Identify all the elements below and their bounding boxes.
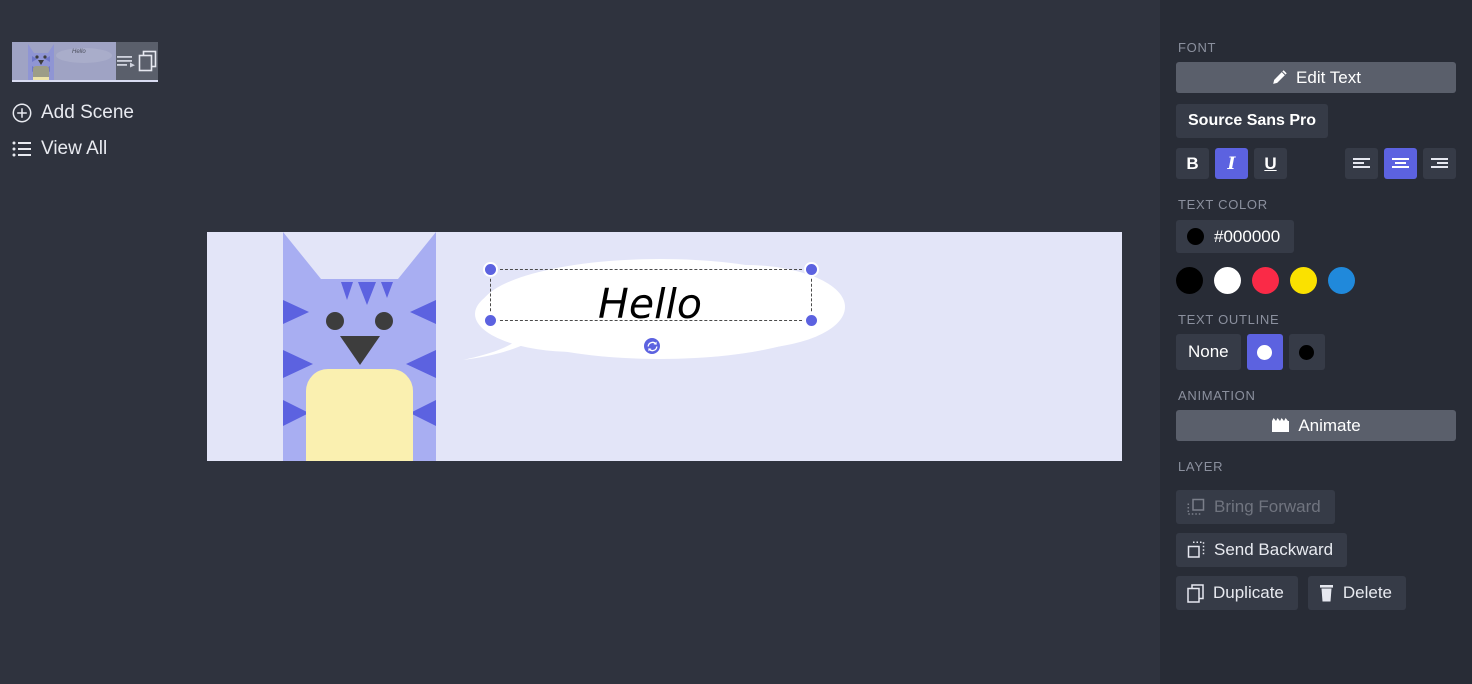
view-all-label: View All [41, 138, 108, 159]
bring-forward-icon [1187, 498, 1205, 515]
cat-thumbnail-icon [28, 44, 54, 80]
view-all-button[interactable]: View All [12, 138, 107, 160]
cat-character[interactable] [283, 232, 436, 461]
text-outline-row: None [1176, 334, 1456, 370]
align-right-button[interactable] [1423, 148, 1456, 179]
text-style-row: B I U [1176, 148, 1456, 179]
resize-handle-top-left[interactable] [483, 262, 498, 277]
font-family-selector[interactable]: Source Sans Pro [1176, 104, 1329, 138]
animate-label: Animate [1298, 415, 1361, 435]
italic-button[interactable]: I [1215, 148, 1248, 179]
color-swatch-blue[interactable] [1328, 267, 1355, 294]
color-swatch-black[interactable] [1176, 267, 1203, 294]
align-right-icon [1431, 157, 1448, 168]
align-center-icon [1392, 157, 1409, 168]
scene-thumbnail[interactable]: Hello [12, 42, 158, 82]
bring-forward-label: Bring Forward [1214, 497, 1321, 516]
duplicate-label: Duplicate [1213, 583, 1284, 602]
duplicate-icon [1187, 583, 1204, 603]
delete-button[interactable]: Delete [1307, 576, 1407, 610]
animate-button[interactable]: Animate [1176, 410, 1456, 441]
underline-button[interactable]: U [1254, 148, 1287, 179]
edit-text-label: Edit Text [1296, 67, 1361, 87]
trash-icon [1319, 584, 1333, 601]
bring-forward-button[interactable]: Bring Forward [1176, 490, 1335, 524]
properties-panel: FONT Edit Text Source Sans Pro B I U TEX… [1160, 0, 1472, 684]
color-swatch-yellow[interactable] [1290, 267, 1317, 294]
outline-black-button[interactable] [1288, 334, 1325, 370]
current-color-dot [1187, 228, 1204, 245]
resize-handle-bottom-right[interactable] [804, 313, 819, 328]
text-color-section-label: TEXT COLOR [1178, 197, 1268, 212]
color-swatch-red[interactable] [1252, 267, 1279, 294]
outline-white-button[interactable] [1246, 334, 1283, 370]
captions-icon[interactable] [116, 53, 137, 69]
app-root: Hello Add Scene View All Hello FONT Edit… [0, 0, 1472, 684]
align-left-icon [1353, 157, 1370, 168]
align-left-button[interactable] [1345, 148, 1378, 179]
text-color-value[interactable]: #000000 [1176, 220, 1295, 253]
rotate-handle[interactable] [642, 336, 662, 356]
thumbnail-text: Hello [72, 49, 86, 55]
outline-white-dot [1257, 344, 1273, 360]
color-swatch-row [1176, 267, 1456, 294]
duplicate-icon[interactable] [138, 50, 158, 72]
layer-bottom-row: Duplicate Delete [1176, 567, 1456, 610]
delete-label: Delete [1342, 583, 1393, 602]
plus-circle-icon [12, 103, 32, 123]
selection-frame [483, 262, 819, 328]
edit-text-button[interactable]: Edit Text [1176, 62, 1456, 93]
send-backward-button[interactable]: Send Backward [1176, 533, 1348, 567]
duplicate-button[interactable]: Duplicate [1176, 576, 1298, 610]
text-color-hex: #000000 [1214, 226, 1281, 246]
rotate-icon [647, 341, 657, 351]
outline-none-button[interactable]: None [1176, 334, 1241, 370]
bold-button[interactable]: B [1176, 148, 1209, 179]
align-center-button[interactable] [1384, 148, 1417, 179]
send-backward-label: Send Backward [1214, 540, 1334, 559]
add-scene-button[interactable]: Add Scene [12, 102, 134, 124]
text-align-group [1345, 148, 1456, 179]
animation-section-label: ANIMATION [1178, 388, 1256, 403]
color-swatch-white[interactable] [1214, 267, 1241, 294]
outline-black-dot [1299, 344, 1315, 360]
scene-thumbnail-actions [116, 42, 158, 80]
scene-canvas[interactable]: Hello [207, 232, 1122, 461]
resize-handle-bottom-left[interactable] [483, 313, 498, 328]
text-outline-section-label: TEXT OUTLINE [1178, 312, 1280, 327]
scene-preview: Hello [12, 42, 116, 80]
resize-handle-top-right[interactable] [804, 262, 819, 277]
list-icon [12, 141, 31, 157]
send-backward-icon [1187, 541, 1205, 558]
add-scene-label: Add Scene [41, 102, 134, 123]
font-section-label: FONT [1178, 40, 1217, 55]
scene-strip: Hello Add Scene View All Hello [0, 0, 1160, 684]
pencil-icon [1273, 70, 1287, 84]
layer-section-label: LAYER [1178, 459, 1224, 474]
clapperboard-icon [1272, 418, 1290, 432]
